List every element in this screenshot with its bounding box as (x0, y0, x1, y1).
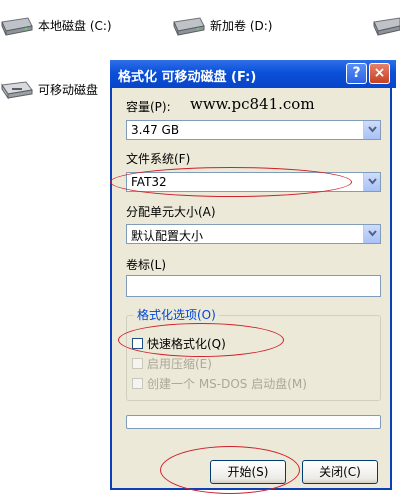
drive-label: 可移动磁盘 (38, 82, 99, 97)
close-button[interactable]: 关闭(C) (302, 460, 378, 484)
format-options-title: 格式化选项(O) (134, 306, 219, 323)
msdos-label: 创建一个 MS-DOS 启动盘(M) (147, 377, 307, 391)
progress-bar (126, 415, 381, 429)
annotation-circle (160, 446, 300, 494)
capacity-value: 3.47 GB (131, 123, 180, 137)
format-dialog: 格式化 可移动磁盘 (F:) ? × 容量(P): www.pc841.com … (110, 60, 396, 490)
dialog-title: 格式化 可移动磁盘 (F:) (118, 70, 257, 85)
allocation-value: 默认配置大小 (131, 229, 204, 243)
capacity-label: 容量(P): (126, 100, 171, 114)
msdos-checkbox[interactable]: 创建一个 MS-DOS 启动盘(M) (132, 375, 307, 392)
annotation-circle (118, 323, 284, 357)
chevron-down-icon[interactable] (363, 173, 380, 191)
checkbox-icon[interactable] (132, 378, 143, 389)
close-icon[interactable]: × (369, 63, 390, 84)
drive-removable[interactable]: 可移动磁盘 (0, 76, 98, 102)
drive-label: 本地磁盘 (C:) (38, 18, 112, 33)
drive-partial[interactable] (372, 12, 400, 38)
allocation-select[interactable]: 默认配置大小 (126, 224, 381, 244)
filesystem-label: 文件系统(F) (126, 152, 191, 166)
allocation-label: 分配单元大小(A) (126, 205, 216, 219)
volume-label: 卷标(L) (126, 258, 167, 272)
chevron-down-icon[interactable] (363, 225, 380, 243)
annotation-circle (110, 167, 352, 197)
checkbox-icon[interactable] (132, 358, 143, 369)
hard-drive-icon (0, 12, 34, 38)
drive-c[interactable]: 本地磁盘 (C:) (0, 12, 112, 38)
volume-input[interactable] (126, 275, 381, 297)
capacity-select[interactable]: 3.47 GB (126, 120, 381, 140)
watermark-text: www.pc841.com (190, 95, 315, 113)
removable-drive-icon (0, 76, 34, 102)
compression-checkbox[interactable]: 启用压缩(E) (132, 355, 212, 372)
chevron-down-icon[interactable] (363, 121, 380, 139)
drive-label: 新加卷 (D:) (210, 18, 273, 33)
hard-drive-icon (172, 12, 206, 38)
drive-d[interactable]: 新加卷 (D:) (172, 12, 272, 38)
hard-drive-icon (372, 12, 400, 38)
title-bar[interactable]: 格式化 可移动磁盘 (F:) ? × (110, 60, 396, 88)
help-button[interactable]: ? (346, 63, 367, 84)
compression-label: 启用压缩(E) (147, 357, 212, 371)
